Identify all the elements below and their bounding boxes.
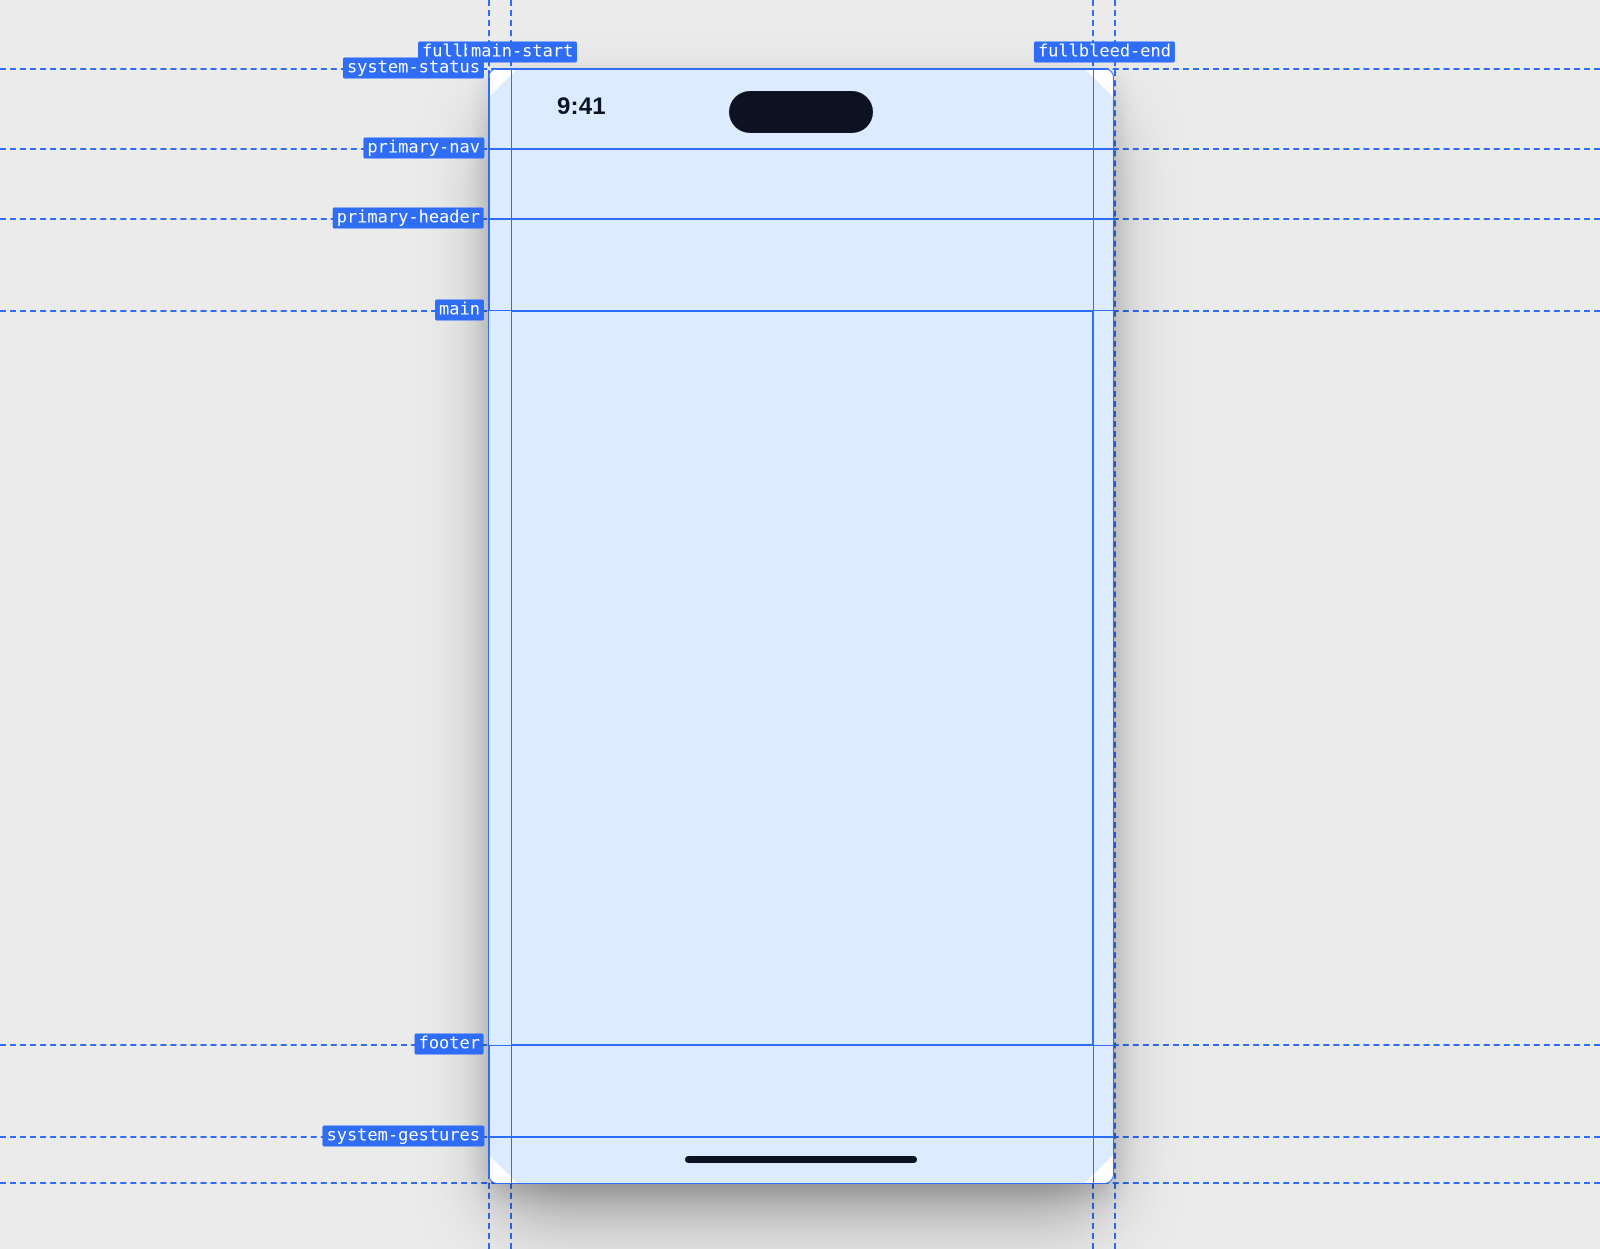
region-primary-nav xyxy=(489,149,1114,219)
label-footer: footer xyxy=(415,1034,484,1055)
region-primary-header xyxy=(489,219,1114,311)
label-fullbleed-end: fullbleed-end xyxy=(1034,42,1175,63)
label-main: main xyxy=(435,300,484,321)
phone-frame: 9:41 xyxy=(488,68,1114,1184)
sensor-housing xyxy=(729,91,873,133)
region-main xyxy=(511,311,1093,1045)
label-primary-nav: primary-nav xyxy=(363,138,484,159)
status-bar-time: 9:41 xyxy=(557,93,606,121)
region-footer xyxy=(489,1045,1114,1137)
label-primary-header: primary-header xyxy=(333,208,484,229)
layout-grid-canvas: 9:41 fullbleed main-start main-end fullb… xyxy=(0,0,1600,1249)
vguide-fullbleed-end xyxy=(1114,0,1116,1249)
region-col-main-start xyxy=(511,69,512,1184)
label-system-status: system-status xyxy=(343,58,484,79)
region-col-main-end xyxy=(1093,69,1094,1184)
home-indicator[interactable] xyxy=(685,1156,917,1163)
label-system-gestures: system-gestures xyxy=(322,1126,484,1147)
